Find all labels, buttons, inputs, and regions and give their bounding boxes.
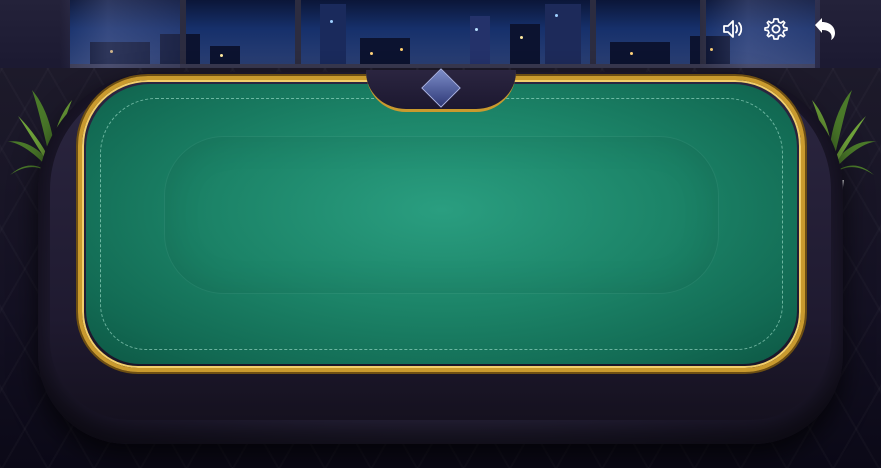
window-mullion bbox=[180, 0, 186, 64]
building bbox=[510, 24, 540, 64]
dealer-gem-ornament bbox=[421, 68, 461, 108]
game-scene bbox=[0, 0, 881, 468]
city-light bbox=[475, 28, 478, 31]
city-light bbox=[370, 52, 373, 55]
city-light bbox=[630, 52, 633, 55]
sound-button[interactable] bbox=[718, 14, 748, 44]
window-mullion bbox=[295, 0, 301, 64]
city-light bbox=[330, 20, 333, 23]
building bbox=[610, 42, 670, 64]
city-light bbox=[400, 48, 403, 51]
building bbox=[360, 38, 410, 64]
table-felt bbox=[86, 84, 797, 364]
speaker-volume-icon bbox=[723, 20, 743, 38]
city-light bbox=[555, 14, 558, 17]
settings-button[interactable] bbox=[761, 14, 791, 44]
back-arrow-icon bbox=[815, 18, 835, 40]
felt-center-area bbox=[164, 136, 719, 294]
city-light bbox=[220, 54, 223, 57]
building bbox=[210, 46, 240, 64]
dealer-notch bbox=[366, 68, 516, 112]
building bbox=[470, 16, 490, 64]
gear-icon bbox=[764, 18, 788, 40]
city-light bbox=[520, 36, 523, 39]
building bbox=[320, 4, 346, 64]
curtain-left bbox=[60, 0, 180, 74]
window-mullion bbox=[590, 0, 596, 64]
building bbox=[545, 4, 581, 64]
back-button[interactable] bbox=[810, 14, 840, 44]
